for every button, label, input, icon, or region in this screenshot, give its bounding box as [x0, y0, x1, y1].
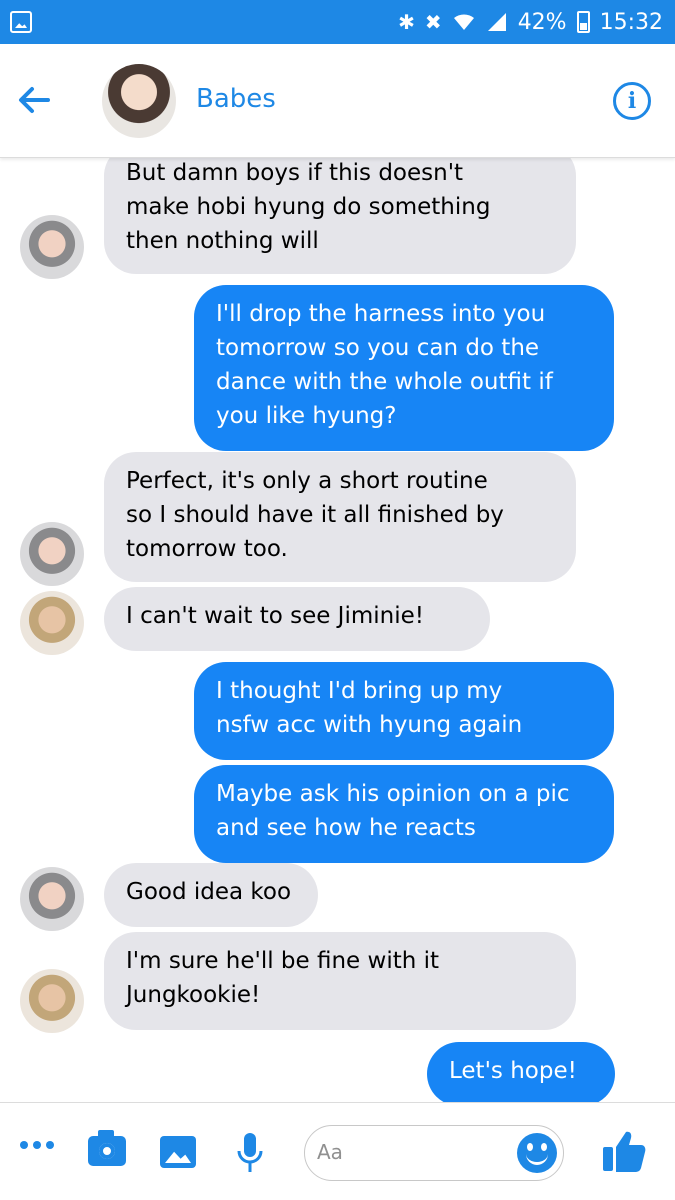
battery-icon — [576, 11, 590, 33]
message-bubble-incoming[interactable]: I can't wait to see Jiminie! — [104, 587, 490, 651]
emoji-icon[interactable] — [517, 1133, 557, 1173]
message-input-placeholder: Aa — [317, 1140, 343, 1164]
message-bubble-outgoing[interactable]: I thought I'd bring up my nsfw acc with … — [194, 662, 614, 760]
message-list[interactable]: But damn boys if this doesn't make hobi … — [0, 158, 675, 1102]
info-icon[interactable]: i — [613, 82, 651, 120]
message-bubble-incoming[interactable]: Perfect, it's only a short routine so I … — [104, 452, 576, 582]
bluetooth-icon: ✱ — [398, 10, 415, 34]
clock: 15:32 — [599, 9, 663, 35]
camera-icon[interactable] — [88, 1130, 126, 1166]
image-icon[interactable] — [160, 1136, 196, 1168]
avatar — [20, 522, 84, 586]
conversation-header: Babes i — [0, 44, 675, 158]
message-input[interactable]: Aa — [304, 1125, 564, 1181]
message-bubble-outgoing[interactable]: I'll drop the harness into you tomorrow … — [194, 285, 614, 451]
message-bubble-incoming[interactable]: Good idea koo — [104, 863, 318, 927]
message-bubble-outgoing[interactable]: Let's hope! — [427, 1042, 615, 1102]
back-arrow-icon[interactable] — [14, 80, 54, 120]
thumbs-up-icon[interactable] — [600, 1127, 648, 1175]
message-bubble-outgoing[interactable]: Maybe ask his opinion on a pic and see h… — [194, 765, 614, 863]
composer-bar: Aa — [0, 1102, 675, 1200]
contact-name[interactable]: Babes — [196, 84, 276, 114]
avatar — [20, 215, 84, 279]
contact-avatar[interactable] — [102, 64, 176, 138]
signal-icon — [487, 13, 506, 31]
status-icons: ✱ ✖ 42% 15:32 — [398, 0, 663, 44]
avatar — [20, 867, 84, 931]
battery-percent: 42% — [517, 9, 567, 35]
microphone-icon[interactable] — [236, 1131, 264, 1175]
avatar — [20, 591, 84, 655]
message-bubble-incoming[interactable]: But damn boys if this doesn't make hobi … — [104, 158, 576, 274]
gallery-icon — [10, 11, 32, 33]
mute-icon: ✖ — [424, 10, 442, 34]
status-bar: ✱ ✖ 42% 15:32 — [0, 0, 675, 44]
more-icon[interactable] — [20, 1141, 54, 1149]
avatar — [20, 969, 84, 1033]
message-bubble-incoming[interactable]: I'm sure he'll be fine with it Jungkooki… — [104, 932, 576, 1030]
wifi-icon — [453, 14, 474, 30]
